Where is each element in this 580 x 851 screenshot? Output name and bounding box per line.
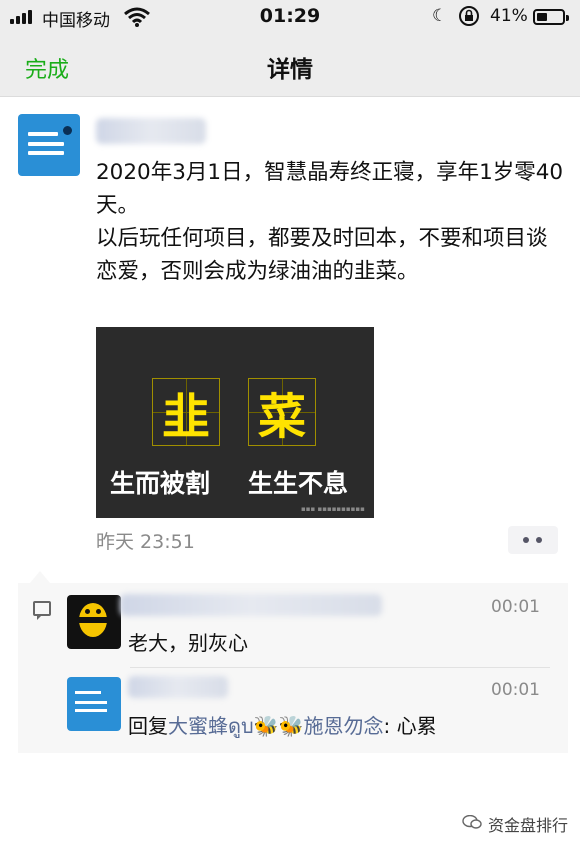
account-watermark: 资金盘排行 [488, 816, 569, 835]
comment-text: 老大，别灰心 [128, 631, 248, 655]
comment-icon [33, 601, 51, 620]
comment-time: 00:01 [491, 680, 540, 700]
image-char-box: 韭 [152, 378, 220, 446]
do-not-disturb-icon: ☾ [432, 6, 448, 26]
comments-pointer [30, 571, 50, 583]
more-actions-button[interactable] [508, 526, 558, 554]
comment-divider [130, 667, 550, 668]
rotation-lock-icon [459, 6, 479, 26]
page-title: 详情 [267, 57, 313, 83]
commenter-name-blurred[interactable] [128, 676, 228, 698]
reply-body: : 心累 [383, 714, 437, 738]
image-watermark: ▪▪▪ ▪▪▪▪▪▪▪▪▪▪ [301, 505, 365, 513]
battery-percentage: 41% [490, 6, 528, 26]
reply-target-name[interactable]: 大蜜蜂ดูบ🐝🐝施恩勿念 [168, 714, 384, 738]
reply-prefix: 回复 [128, 714, 168, 738]
commenter-name-blurred[interactable] [120, 594, 382, 616]
author-avatar[interactable] [18, 114, 80, 176]
image-caption: 生而被割 [110, 469, 211, 498]
navigation-bar: 完成 详情 [0, 36, 580, 97]
image-caption: 生生不息 [248, 469, 349, 498]
post-line: 以后玩任何项目，都要及时回本，不要和项目谈恋爱，否则会成为绿油油的韭菜。 [96, 226, 548, 284]
author-name-blurred[interactable] [96, 118, 206, 144]
wechat-logo-icon [462, 815, 482, 829]
post-line: 2020年3月1日，智慧晶寿终正寝，享年1岁零40天。 [96, 160, 564, 218]
image-char: 韭 [161, 389, 210, 445]
commenter-avatar[interactable] [67, 677, 121, 731]
post-timestamp: 昨天 23:51 [96, 531, 195, 553]
status-bar: 中国移动 01:29 ☾ 41% [0, 0, 580, 36]
reply-text: 回复大蜜蜂ดูบ🐝🐝施恩勿念: 心累 [128, 710, 437, 742]
image-char: 菜 [257, 389, 306, 445]
post-text: 2020年3月1日，智慧晶寿终正寝，享年1岁零40天。 以后玩任何项目，都要及时… [96, 156, 566, 288]
comment-time: 00:01 [491, 597, 540, 617]
image-char-box: 菜 [248, 378, 316, 446]
battery-icon [533, 9, 569, 25]
post-image[interactable]: 韭 菜 生而被割 生生不息 ▪▪▪ ▪▪▪▪▪▪▪▪▪▪ [96, 327, 374, 518]
commenter-avatar[interactable] [67, 595, 121, 649]
